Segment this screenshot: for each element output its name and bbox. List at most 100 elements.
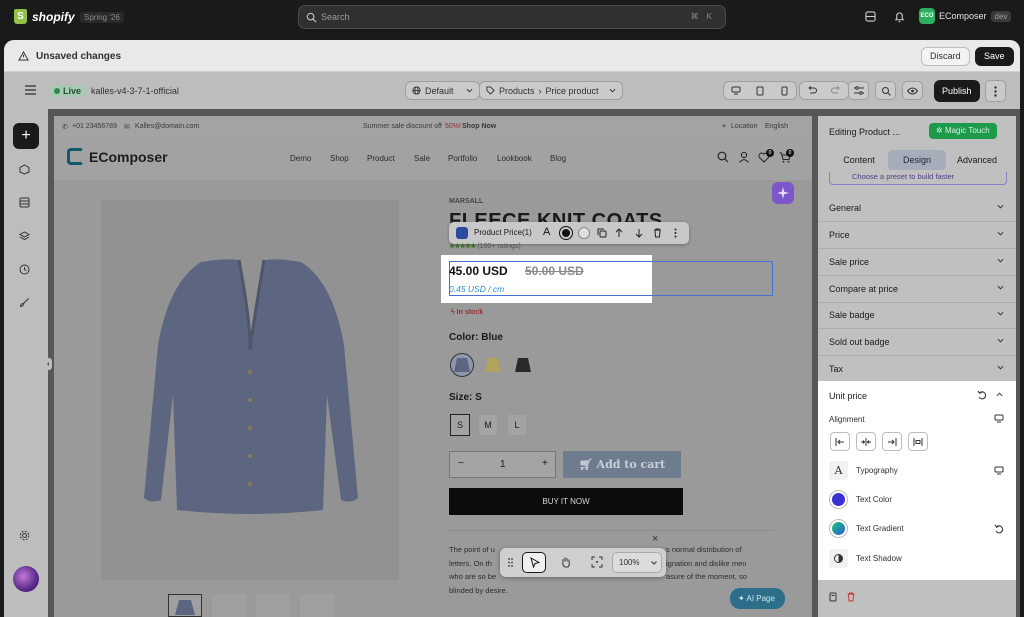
global-settings-sliders-icon[interactable]: [848, 81, 869, 100]
preview-eye-icon[interactable]: [902, 81, 923, 100]
language-select[interactable]: English: [765, 123, 788, 130]
sections-icon[interactable]: [19, 164, 30, 175]
section-sale-badge[interactable]: Sale badge: [829, 310, 1007, 320]
chevron-up-icon[interactable]: [996, 392, 1003, 397]
store-search-icon[interactable]: [717, 151, 729, 163]
move-down-arrow-icon[interactable]: [635, 228, 643, 238]
store-switcher[interactable]: ECO EComposer dev: [919, 8, 1012, 24]
product-main-image[interactable]: [101, 200, 399, 580]
unit-price-title[interactable]: Unit price: [829, 391, 867, 401]
history-clock-icon[interactable]: [19, 264, 30, 275]
copy-style-icon[interactable]: [828, 592, 838, 602]
collapse-rail-handle[interactable]: [44, 358, 52, 370]
delete-trash-icon[interactable]: [846, 592, 856, 602]
qty-increase-button[interactable]: +: [542, 458, 548, 469]
buy-now-button[interactable]: BUY IT NOW: [449, 488, 683, 515]
seo-search-icon[interactable]: [875, 81, 896, 100]
color-swatch-yellow[interactable]: [481, 353, 505, 377]
align-center-icon[interactable]: [856, 432, 876, 451]
align-justify-icon[interactable]: [908, 432, 928, 451]
section-price[interactable]: Price: [829, 230, 1007, 240]
brush-icon[interactable]: [19, 297, 30, 308]
text-gradient-control[interactable]: Text Gradient: [829, 519, 904, 538]
text-shadow-control[interactable]: Text Shadow: [829, 549, 902, 568]
element-more-options-icon[interactable]: [674, 228, 677, 238]
tablet-view-icon[interactable]: [748, 82, 772, 99]
thumbnail-2[interactable]: [212, 594, 246, 617]
thumbnail-4[interactable]: [300, 594, 334, 617]
location-link[interactable]: Location: [731, 123, 757, 130]
shop-now-link[interactable]: Shop Now: [462, 123, 496, 130]
fit-screen-icon[interactable]: [591, 556, 603, 568]
tab-design[interactable]: Design: [888, 150, 946, 170]
page-breadcrumb[interactable]: Products › Price product: [479, 81, 623, 100]
duplicate-icon[interactable]: [597, 228, 607, 238]
settings-gear-icon[interactable]: [19, 530, 30, 541]
layers-list-icon[interactable]: [19, 197, 30, 208]
tab-content[interactable]: Content: [835, 150, 883, 170]
nav-demo[interactable]: Demo: [290, 154, 311, 163]
nav-shop[interactable]: Shop: [330, 154, 349, 163]
save-button[interactable]: Save: [975, 47, 1014, 66]
section-general[interactable]: General: [829, 203, 1007, 213]
color-swatch-black[interactable]: [511, 353, 535, 377]
ai-assistant-avatar[interactable]: [13, 566, 39, 592]
nav-portfolio[interactable]: Portfolio: [448, 154, 477, 163]
hand-tool-icon[interactable]: [560, 556, 572, 568]
shopify-logo[interactable]: S shopify: [14, 9, 75, 24]
text-color-swatch-icon[interactable]: [560, 227, 572, 239]
desktop-device-icon[interactable]: [994, 466, 1004, 475]
template-select[interactable]: Default: [405, 81, 480, 100]
notification-bell-icon[interactable]: [894, 11, 905, 23]
thumbnail-1[interactable]: [168, 594, 202, 617]
storage-icon[interactable]: [865, 11, 876, 22]
desktop-device-icon[interactable]: [994, 414, 1004, 423]
hamburger-menu-icon[interactable]: [25, 85, 36, 95]
ai-sparkle-icon[interactable]: [772, 182, 794, 204]
add-to-cart-button[interactable]: 🛒︎ Add to cart: [563, 451, 681, 478]
align-left-icon[interactable]: [830, 432, 850, 451]
nav-lookbook[interactable]: Lookbook: [497, 154, 532, 163]
ai-page-button[interactable]: ✦ AI Page: [730, 588, 785, 609]
preset-hint[interactable]: Choose a preset to build faster: [829, 172, 1007, 185]
tab-advanced[interactable]: Advanced: [950, 150, 1004, 170]
close-control-bar-icon[interactable]: ×: [652, 533, 658, 545]
nav-sale[interactable]: Sale: [414, 154, 430, 163]
drag-handle-icon[interactable]: [508, 558, 513, 567]
more-options-icon[interactable]: [985, 80, 1006, 102]
qty-input[interactable]: 1: [500, 459, 506, 470]
qty-decrease-button[interactable]: −: [458, 458, 464, 469]
background-color-swatch-icon[interactable]: [578, 227, 590, 239]
nav-product[interactable]: Product: [367, 154, 395, 163]
add-element-icon[interactable]: +: [13, 123, 39, 149]
select-tool-button[interactable]: [522, 552, 546, 573]
size-s-button[interactable]: S: [450, 414, 470, 436]
stack-icon[interactable]: [19, 231, 30, 242]
text-style-icon[interactable]: A: [543, 226, 550, 238]
thumbnail-3[interactable]: [256, 594, 290, 617]
size-l-button[interactable]: L: [507, 414, 527, 436]
account-user-icon[interactable]: [738, 151, 750, 163]
section-compare-at-price[interactable]: Compare at price: [829, 284, 1007, 294]
mobile-view-icon[interactable]: [772, 82, 796, 99]
typography-control[interactable]: A Typography: [829, 461, 898, 480]
redo-icon[interactable]: [824, 82, 848, 99]
magic-touch-button[interactable]: ✲ Magic Touch: [929, 123, 997, 139]
discard-button[interactable]: Discard: [921, 47, 970, 66]
text-color-control[interactable]: Text Color: [829, 490, 892, 509]
delete-trash-icon[interactable]: [653, 228, 662, 238]
align-right-icon[interactable]: [882, 432, 902, 451]
search-bar[interactable]: Search ⌘ K: [298, 5, 726, 29]
publish-button[interactable]: Publish: [934, 80, 980, 102]
zoom-select[interactable]: 100%: [612, 552, 662, 573]
store-brand[interactable]: EComposer: [67, 148, 168, 165]
move-up-arrow-icon[interactable]: [615, 228, 623, 238]
desktop-view-icon[interactable]: [724, 82, 748, 99]
size-m-button[interactable]: M: [478, 414, 498, 436]
section-tax[interactable]: Tax: [829, 364, 1007, 374]
color-swatch-blue[interactable]: [450, 353, 474, 377]
reset-undo-icon[interactable]: [977, 390, 987, 400]
undo-icon[interactable]: [800, 82, 824, 99]
section-sale-price[interactable]: Sale price: [829, 257, 1007, 267]
reset-undo-icon[interactable]: [994, 524, 1004, 534]
